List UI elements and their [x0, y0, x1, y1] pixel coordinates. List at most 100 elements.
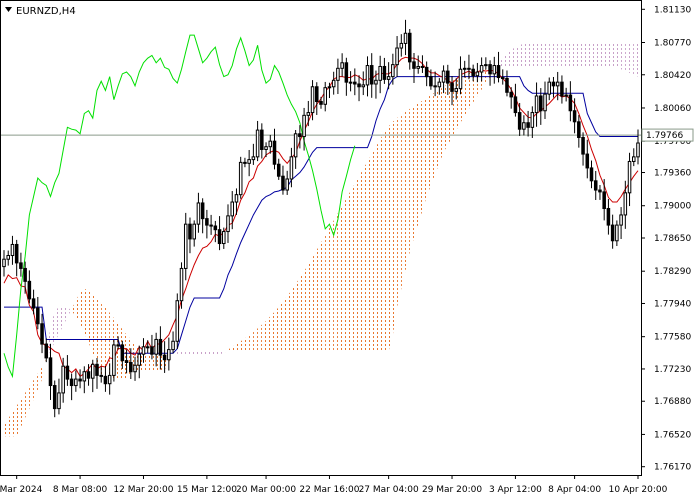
- candle-body: [238, 161, 243, 196]
- candle-body: [433, 85, 437, 88]
- candle-body: [57, 392, 61, 410]
- candle-body: [568, 94, 573, 112]
- candle-body: [230, 201, 235, 217]
- candle-body: [65, 365, 70, 380]
- candle-body: [391, 64, 395, 78]
- cloud-segment: [506, 49, 512, 68]
- cloud-segment: [561, 42, 567, 68]
- cloud-segment: [616, 42, 622, 70]
- cloud-segment: [574, 42, 579, 68]
- cloud-segment: [58, 305, 64, 334]
- cloud-segment: [540, 42, 546, 68]
- candle-body: [378, 65, 382, 81]
- cloud-segment: [304, 264, 309, 352]
- candle-body: [374, 79, 378, 85]
- cloud-segment: [291, 284, 296, 352]
- cloud-segment: [329, 220, 334, 352]
- candle-body: [217, 229, 222, 245]
- candle-body: [517, 112, 522, 130]
- cloud-segment: [278, 301, 283, 352]
- candle-body: [636, 142, 640, 158]
- cloud-segment: [316, 242, 321, 352]
- candle-body: [141, 346, 146, 355]
- candle-body: [340, 62, 344, 69]
- cloud-segment: [536, 42, 541, 68]
- cloud-segment: [96, 297, 102, 376]
- candle-body: [331, 79, 336, 88]
- cloud-segment: [384, 126, 389, 352]
- y-tick-label: 1.78290: [654, 267, 691, 277]
- cloud-segment: [367, 154, 372, 352]
- candle-body: [543, 93, 547, 112]
- candle-body: [243, 161, 247, 164]
- x-tick-label: 3 Apr 12:00: [489, 485, 542, 495]
- cloud-segment: [418, 100, 423, 225]
- candle-body: [555, 81, 560, 87]
- candle-body: [530, 112, 535, 128]
- cloud-segment: [511, 47, 516, 68]
- candle-body: [10, 243, 15, 257]
- cloud-segment: [545, 42, 550, 68]
- time-axis[interactable]: 5 Mar 2024 8 Mar 08:00 12 Mar 20:00 15 Mar …: [0, 475, 668, 495]
- cloud-segment: [240, 338, 245, 352]
- candle-body: [302, 114, 306, 138]
- cloud-segment: [202, 351, 207, 355]
- cloud-segment: [8, 412, 13, 437]
- candle-body: [471, 68, 475, 77]
- candle-body: [171, 340, 175, 351]
- candle-body: [289, 156, 294, 180]
- candle-body: [255, 129, 260, 158]
- cloud-segment: [557, 42, 562, 68]
- candle-body: [14, 243, 19, 264]
- candle-body: [475, 71, 480, 77]
- cloud-segment: [608, 42, 613, 68]
- candle-body: [619, 214, 623, 226]
- y-tick-label: 1.77940: [654, 299, 691, 309]
- candle-body: [188, 223, 192, 240]
- candle-body: [386, 76, 391, 80]
- cloud-segment: [350, 183, 355, 352]
- price-axis[interactable]: 1.811301.807701.804201.800601.797001.793…: [641, 5, 691, 473]
- candle-body: [116, 344, 120, 347]
- cloud-segment: [549, 42, 554, 68]
- candle-body: [247, 159, 251, 164]
- candle-body: [382, 65, 387, 80]
- cloud-segment: [194, 351, 199, 355]
- cloud-segment: [189, 351, 195, 355]
- candle-body: [145, 346, 150, 349]
- cloud-segment: [54, 307, 59, 343]
- candle-body: [23, 267, 27, 282]
- y-tick-label: 1.76880: [654, 397, 691, 407]
- cloud-segment: [295, 277, 300, 352]
- ichimoku-price-chart[interactable]: 1.811301.807701.804201.800601.797001.793…: [0, 0, 700, 500]
- plot-area[interactable]: [1, 19, 641, 437]
- cloud-segment: [629, 42, 634, 75]
- cloud-segment: [532, 42, 537, 68]
- candle-body: [272, 140, 277, 165]
- cloud-segment: [206, 351, 212, 355]
- candle-body: [551, 81, 556, 87]
- cloud-segment: [50, 310, 55, 351]
- candle-body: [260, 129, 264, 150]
- cloud-segment: [354, 176, 360, 352]
- cloud-segment: [181, 351, 186, 355]
- candle-body: [399, 42, 404, 49]
- candle-body: [412, 61, 416, 69]
- dropdown-triangle-icon[interactable]: [5, 7, 12, 12]
- cloud-segment: [25, 386, 30, 418]
- cloud-segment: [219, 351, 224, 355]
- cloud-segment: [88, 290, 93, 354]
- cloud-segment: [612, 42, 617, 68]
- cloud-segment: [439, 86, 444, 164]
- cloud-segment: [16, 399, 21, 437]
- cloud-segment: [633, 42, 638, 77]
- candle-body: [306, 112, 311, 116]
- candle-body: [40, 323, 44, 345]
- candle-body: [162, 354, 167, 361]
- candle-body: [137, 353, 142, 366]
- cloud-segment: [282, 296, 288, 352]
- cloud-segment: [147, 354, 152, 372]
- cloud-segment: [105, 307, 110, 380]
- candle-body: [547, 81, 552, 95]
- candle-body: [226, 215, 230, 233]
